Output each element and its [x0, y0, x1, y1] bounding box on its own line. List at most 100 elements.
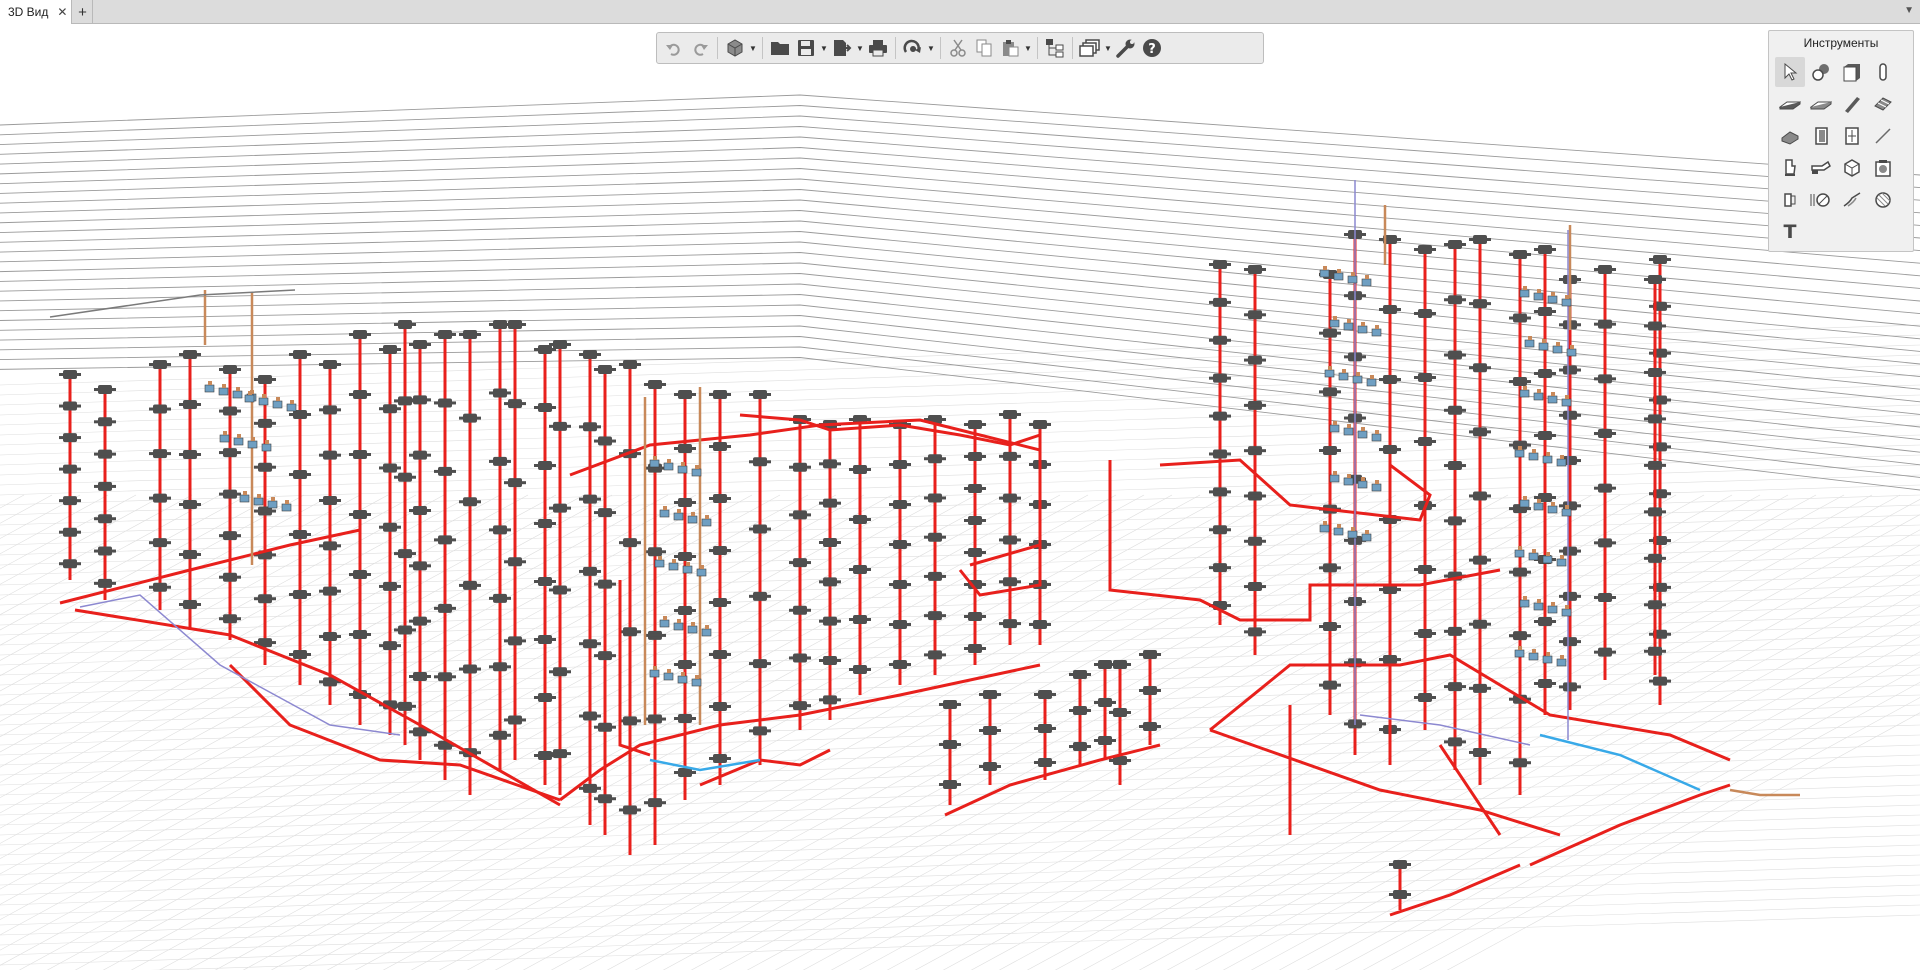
tool-wall[interactable]: [1837, 57, 1867, 87]
settings-button[interactable]: [1113, 35, 1139, 61]
pipe-riser: [1109, 660, 1131, 785]
tool-hatch[interactable]: [1868, 185, 1898, 215]
tab-3d-view[interactable]: 3D Вид ✕: [0, 0, 72, 24]
pipe-run: [49, 289, 296, 318]
valve-icon: [1810, 193, 1830, 207]
layers-button[interactable]: [1077, 35, 1103, 61]
view-3d-dropdown[interactable]: ▼: [748, 35, 758, 61]
pipe-riser: [219, 365, 241, 640]
tool-text[interactable]: T: [1775, 217, 1805, 247]
layers-dropdown[interactable]: ▼: [1103, 35, 1113, 61]
pipe-riser: [94, 385, 116, 600]
beam-icon: [1845, 97, 1860, 113]
toolbar-separator: [895, 37, 896, 59]
add-tab-button[interactable]: +: [73, 0, 93, 24]
pipe-riser: [1244, 265, 1266, 655]
pipe-riser: [594, 365, 616, 835]
sync-button[interactable]: [900, 35, 926, 61]
pipe-riser: [674, 390, 696, 800]
svg-text:?: ?: [1148, 42, 1156, 57]
export-button[interactable]: [829, 35, 855, 61]
copy-button[interactable]: [971, 35, 997, 61]
pipe-riser: [379, 345, 401, 735]
tab-label: 3D Вид: [8, 5, 49, 19]
help-button[interactable]: ?: [1139, 35, 1165, 61]
tabs-menu-icon[interactable]: ▼: [1904, 5, 1914, 16]
sync-icon: [903, 39, 921, 53]
view-3d-button[interactable]: [722, 35, 748, 61]
save-button[interactable]: [793, 35, 819, 61]
pipe-riser: [254, 375, 276, 665]
pipe-riser: [1319, 270, 1341, 715]
tool-solid[interactable]: [1837, 153, 1867, 183]
tool-pipe-fitting[interactable]: [1806, 153, 1836, 183]
open-button[interactable]: [767, 35, 793, 61]
tool-slab[interactable]: [1775, 89, 1805, 119]
tool-duct[interactable]: [1837, 185, 1867, 215]
tool-shapes[interactable]: [1806, 57, 1836, 87]
undo-icon: [666, 43, 680, 56]
toolbar-separator: [1072, 37, 1073, 59]
tools-panel-title: Инструменты: [1803, 36, 1879, 50]
3d-viewport[interactable]: [0, 25, 1920, 970]
solid-icon: [1844, 159, 1860, 177]
tool-pointer[interactable]: [1775, 57, 1805, 87]
paste-dropdown[interactable]: ▼: [1023, 35, 1033, 61]
layers-icon: [1079, 39, 1100, 57]
sanitary-icon: [1785, 159, 1796, 176]
structure-icon: [1046, 39, 1064, 58]
pipe-riser: [1644, 275, 1666, 675]
tool-stair[interactable]: [1868, 89, 1898, 119]
print-button[interactable]: [865, 35, 891, 61]
tool-opening[interactable]: [1775, 185, 1805, 215]
left-block: [49, 289, 1051, 855]
roof-icon: [1781, 131, 1799, 145]
undo-button[interactable]: [661, 35, 687, 61]
pipe-riser: [534, 345, 556, 785]
column-icon: [1879, 63, 1887, 81]
pointer-icon: [1784, 63, 1798, 81]
structure-button[interactable]: [1042, 35, 1068, 61]
tool-valve[interactable]: [1806, 185, 1836, 215]
export-icon: [834, 40, 852, 56]
save-dropdown[interactable]: ▼: [819, 35, 829, 61]
tool-door[interactable]: [1806, 121, 1836, 151]
3d-model-canvas[interactable]: [0, 25, 1920, 970]
pipe-riser: [349, 330, 371, 725]
export-dropdown[interactable]: ▼: [855, 35, 865, 61]
copy-icon: [976, 39, 992, 57]
pipe-riser: [1209, 260, 1231, 625]
pipe-riser: [749, 390, 771, 765]
tool-equipment[interactable]: [1868, 153, 1898, 183]
paste-button[interactable]: [997, 35, 1023, 61]
equipment-icon: [1875, 160, 1891, 177]
shapes-icon: [1812, 64, 1829, 81]
stair-icon: [1874, 97, 1892, 111]
pipe-riser: [149, 360, 171, 610]
scissors-icon: [950, 39, 966, 57]
pipe-riser: [889, 420, 911, 685]
redo-button[interactable]: [687, 35, 713, 61]
pipe-fitting-icon: [1811, 160, 1831, 174]
toolbar-separator: [762, 37, 763, 59]
tool-window[interactable]: [1837, 121, 1867, 151]
toolbar-separator: [940, 37, 941, 59]
tool-line[interactable]: [1868, 121, 1898, 151]
tool-roof[interactable]: [1775, 121, 1805, 151]
pipe-riser: [504, 320, 526, 760]
hatch-icon: [1875, 192, 1891, 208]
tools-grid: T: [1769, 57, 1913, 248]
tool-sanitary[interactable]: [1775, 153, 1805, 183]
tool-floor[interactable]: [1806, 89, 1836, 119]
line-icon: [1875, 128, 1891, 144]
paste-icon: [1003, 40, 1019, 57]
close-icon[interactable]: ✕: [57, 5, 67, 19]
pipe-riser: [849, 415, 871, 695]
cut-button[interactable]: [945, 35, 971, 61]
tool-column[interactable]: [1868, 57, 1898, 87]
sync-dropdown[interactable]: ▼: [926, 35, 936, 61]
tool-beam[interactable]: [1837, 89, 1867, 119]
help-icon: ?: [1143, 39, 1161, 57]
floor-grid: [0, 324, 1920, 970]
floor-icon: [1810, 101, 1832, 110]
